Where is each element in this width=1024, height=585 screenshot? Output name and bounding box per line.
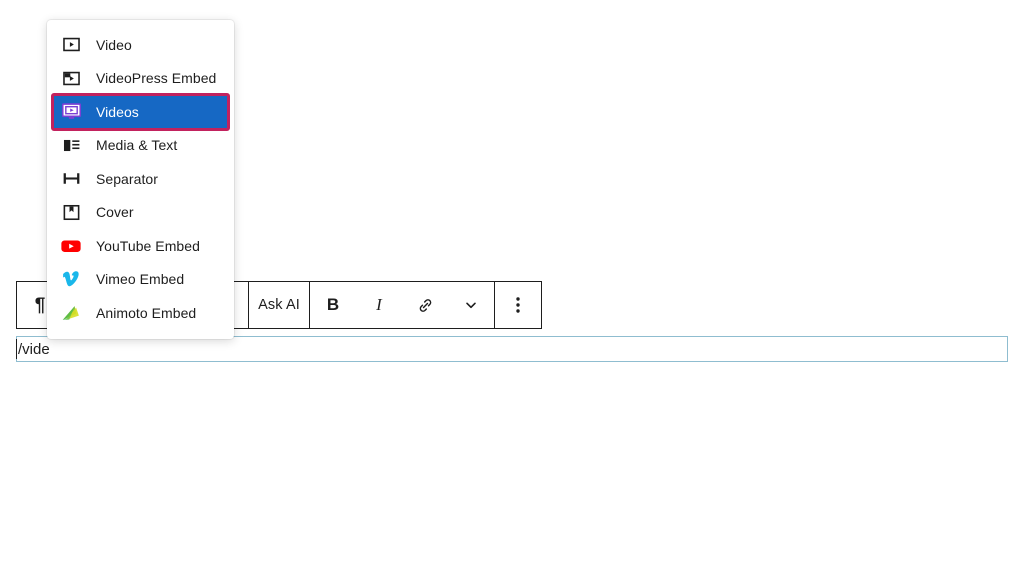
inserter-item-label: Animoto Embed: [96, 304, 197, 321]
videopress-icon: [59, 66, 83, 90]
inserter-item-separator[interactable]: Separator: [53, 162, 228, 196]
inserter-item-label: YouTube Embed: [96, 237, 200, 254]
inserter-item-cover[interactable]: Cover: [53, 196, 228, 230]
inserter-item-vimeo-embed[interactable]: Vimeo Embed: [53, 263, 228, 297]
text-caret: [16, 339, 17, 359]
paragraph-text: /vide: [18, 340, 50, 358]
link-button[interactable]: [402, 282, 448, 328]
inserter-item-video[interactable]: Video: [53, 28, 228, 62]
inserter-item-label: Videos: [96, 103, 139, 120]
ask-ai-button[interactable]: Ask AI: [249, 282, 309, 328]
block-options-button[interactable]: [495, 282, 541, 328]
bold-button[interactable]: B: [310, 282, 356, 328]
more-formats-button[interactable]: [448, 282, 494, 328]
separator-icon: [59, 167, 83, 191]
paragraph-icon: ¶: [34, 294, 46, 316]
video-icon: [59, 33, 83, 57]
inserter-item-label: Vimeo Embed: [96, 271, 185, 288]
inserter-item-videopress-embed[interactable]: VideoPress Embed: [53, 62, 228, 96]
animoto-icon: [59, 301, 83, 325]
inserter-item-label: Cover: [96, 204, 134, 221]
editor-canvas: ¶ Ask AI B I /vide Video VideoPress Embe…: [0, 0, 1024, 585]
inserter-item-animoto-embed[interactable]: Animoto Embed: [53, 296, 228, 330]
inserter-item-videos[interactable]: Videos: [51, 93, 230, 131]
videos-monitor-icon: [59, 100, 83, 124]
cover-icon: [59, 200, 83, 224]
inserter-item-label: VideoPress Embed: [96, 70, 217, 87]
inserter-item-youtube-embed[interactable]: YouTube Embed: [53, 229, 228, 263]
inserter-item-label: Separator: [96, 170, 158, 187]
link-icon: [416, 296, 435, 315]
inserter-item-label: Media & Text: [96, 137, 178, 154]
ask-ai-label: Ask AI: [258, 297, 300, 313]
paragraph-block-input[interactable]: /vide: [16, 336, 1008, 362]
inserter-item-label: Video: [96, 36, 132, 53]
inserter-item-media-and-text[interactable]: Media & Text: [53, 129, 228, 163]
italic-icon: I: [376, 295, 382, 314]
vimeo-icon: [59, 267, 83, 291]
chevron-down-icon: [463, 297, 479, 313]
youtube-icon: [59, 234, 83, 258]
block-inserter-menu: Video VideoPress Embed Videos Media & Te…: [47, 20, 234, 339]
bold-icon: B: [326, 295, 340, 314]
vertical-ellipsis-icon: [515, 295, 521, 315]
media-text-icon: [59, 133, 83, 157]
italic-button[interactable]: I: [356, 282, 402, 328]
